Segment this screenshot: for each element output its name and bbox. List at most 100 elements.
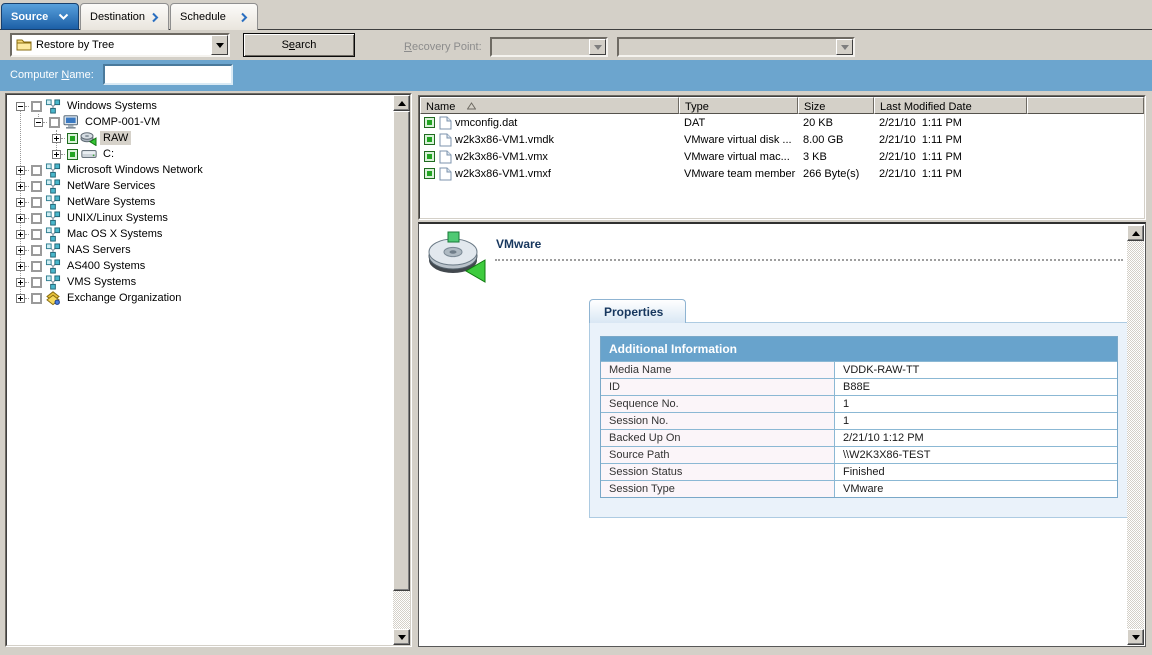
- expand-icon[interactable]: [16, 246, 25, 255]
- tree-connector: [61, 154, 65, 155]
- tree-item-label[interactable]: RAW: [100, 131, 131, 145]
- tree-item[interactable]: Exchange Organization: [7, 290, 393, 306]
- column-header-modified[interactable]: Last Modified Date: [874, 97, 1027, 114]
- tree-item-label[interactable]: UNIX/Linux Systems: [64, 211, 171, 225]
- file-name[interactable]: vmconfig.dat: [455, 117, 517, 129]
- tree-item[interactable]: C:: [7, 146, 393, 162]
- checkbox-empty[interactable]: [31, 101, 42, 112]
- file-row[interactable]: vmconfig.datDAT20 KB2/21/10 1:11 PM: [420, 114, 1144, 131]
- checkbox-empty[interactable]: [31, 293, 42, 304]
- checkbox-checked[interactable]: [67, 149, 78, 160]
- tree-item-label[interactable]: COMP-001-VM: [82, 115, 163, 129]
- property-value: \\W2K3X86-TEST: [835, 446, 1117, 463]
- tree-item[interactable]: Mac OS X Systems: [7, 226, 393, 242]
- recovery-point-dropdown-1[interactable]: [490, 37, 608, 57]
- checkbox-empty[interactable]: [49, 117, 60, 128]
- checkbox-empty[interactable]: [31, 245, 42, 256]
- scroll-down-button[interactable]: [1127, 629, 1144, 645]
- scroll-up-button[interactable]: [393, 95, 410, 111]
- file-row[interactable]: w2k3x86-VM1.vmdkVMware virtual disk ...8…: [420, 131, 1144, 148]
- expand-icon[interactable]: [16, 262, 25, 271]
- tab-source[interactable]: Source: [1, 3, 79, 30]
- checkbox-empty[interactable]: [31, 277, 42, 288]
- scroll-up-button[interactable]: [1127, 225, 1144, 241]
- tree-item[interactable]: Windows Systems: [7, 98, 393, 114]
- computer-name-input[interactable]: [103, 64, 233, 85]
- tree-item[interactable]: COMP-001-VM: [7, 114, 393, 130]
- network-icon: [44, 227, 61, 242]
- chevron-right-icon: [240, 12, 248, 23]
- expand-icon[interactable]: [52, 150, 61, 159]
- checkbox-empty[interactable]: [31, 165, 42, 176]
- tree-item-label[interactable]: Microsoft Windows Network: [64, 163, 206, 177]
- tree-item-label[interactable]: C:: [100, 147, 117, 161]
- file-name[interactable]: w2k3x86-VM1.vmx: [455, 151, 548, 163]
- expand-icon[interactable]: [16, 278, 25, 287]
- tree-vertical-scrollbar[interactable]: [393, 95, 410, 645]
- tree-item-label[interactable]: NAS Servers: [64, 243, 134, 257]
- tree-item-label[interactable]: VMS Systems: [64, 275, 139, 289]
- checkbox-empty[interactable]: [31, 197, 42, 208]
- tab-schedule[interactable]: Schedule: [170, 3, 258, 30]
- expand-icon[interactable]: [16, 166, 25, 175]
- collapse-icon[interactable]: [34, 118, 43, 127]
- tab-destination[interactable]: Destination: [80, 3, 169, 30]
- dropdown-arrow-button[interactable]: [211, 35, 228, 55]
- tree-item-label[interactable]: Windows Systems: [64, 99, 160, 113]
- property-value: VMware: [835, 480, 1117, 497]
- tree-item[interactable]: UNIX/Linux Systems: [7, 210, 393, 226]
- file-name[interactable]: w2k3x86-VM1.vmdk: [455, 134, 554, 146]
- scrollbar-thumb[interactable]: [393, 111, 410, 591]
- network-icon: [44, 259, 61, 274]
- column-header-type[interactable]: Type: [679, 97, 798, 114]
- search-button[interactable]: Search: [243, 33, 355, 57]
- checkbox-empty[interactable]: [31, 229, 42, 240]
- tree-item[interactable]: NetWare Systems: [7, 194, 393, 210]
- column-header-name[interactable]: Name: [420, 97, 679, 114]
- checkbox-checked[interactable]: [424, 134, 435, 145]
- dropdown-arrow-button[interactable]: [589, 39, 606, 55]
- tree-item-label[interactable]: Mac OS X Systems: [64, 227, 165, 241]
- file-row[interactable]: w2k3x86-VM1.vmxfVMware team member266 By…: [420, 165, 1144, 182]
- tree-item[interactable]: NetWare Services: [7, 178, 393, 194]
- tree-item[interactable]: Microsoft Windows Network: [7, 162, 393, 178]
- tab-properties[interactable]: Properties: [589, 299, 686, 323]
- scroll-down-button[interactable]: [393, 629, 410, 645]
- checkbox-checked[interactable]: [67, 133, 78, 144]
- file-name[interactable]: w2k3x86-VM1.vmxf: [455, 168, 551, 180]
- file-modified: 2/21/10 1:11 PM: [879, 134, 962, 146]
- expand-icon[interactable]: [16, 294, 25, 303]
- tree-item[interactable]: VMS Systems: [7, 274, 393, 290]
- document-icon: [439, 133, 452, 147]
- column-header-size[interactable]: Size: [798, 97, 874, 114]
- expand-icon[interactable]: [16, 230, 25, 239]
- expand-icon[interactable]: [16, 198, 25, 207]
- network-icon: [44, 163, 61, 178]
- expand-icon[interactable]: [52, 134, 61, 143]
- checkbox-empty[interactable]: [31, 181, 42, 192]
- recovery-point-dropdown-2[interactable]: [617, 37, 855, 57]
- tree-item[interactable]: NAS Servers: [7, 242, 393, 258]
- tree-item-label[interactable]: AS400 Systems: [64, 259, 148, 273]
- tree-item-label[interactable]: Exchange Organization: [64, 291, 184, 305]
- tree-item-label[interactable]: NetWare Services: [64, 179, 158, 193]
- file-row[interactable]: w2k3x86-VM1.vmxVMware virtual mac...3 KB…: [420, 148, 1144, 165]
- checkbox-empty[interactable]: [31, 261, 42, 272]
- property-label: Media Name: [601, 361, 835, 378]
- checkbox-checked[interactable]: [424, 168, 435, 179]
- expand-icon[interactable]: [16, 214, 25, 223]
- details-vertical-scrollbar[interactable]: [1127, 225, 1144, 645]
- tree-item[interactable]: RAW: [7, 130, 393, 146]
- restore-mode-dropdown[interactable]: Restore by Tree: [10, 33, 230, 57]
- expand-icon[interactable]: [16, 182, 25, 191]
- checkbox-empty[interactable]: [31, 213, 42, 224]
- property-label: Session No.: [601, 412, 835, 429]
- dropdown-arrow-button[interactable]: [836, 39, 853, 55]
- checkbox-checked[interactable]: [424, 151, 435, 162]
- column-header-filler: [1027, 97, 1144, 114]
- collapse-icon[interactable]: [16, 102, 25, 111]
- tree-item-label[interactable]: NetWare Systems: [64, 195, 158, 209]
- tree-item[interactable]: AS400 Systems: [7, 258, 393, 274]
- property-label: ID: [601, 378, 835, 395]
- checkbox-checked[interactable]: [424, 117, 435, 128]
